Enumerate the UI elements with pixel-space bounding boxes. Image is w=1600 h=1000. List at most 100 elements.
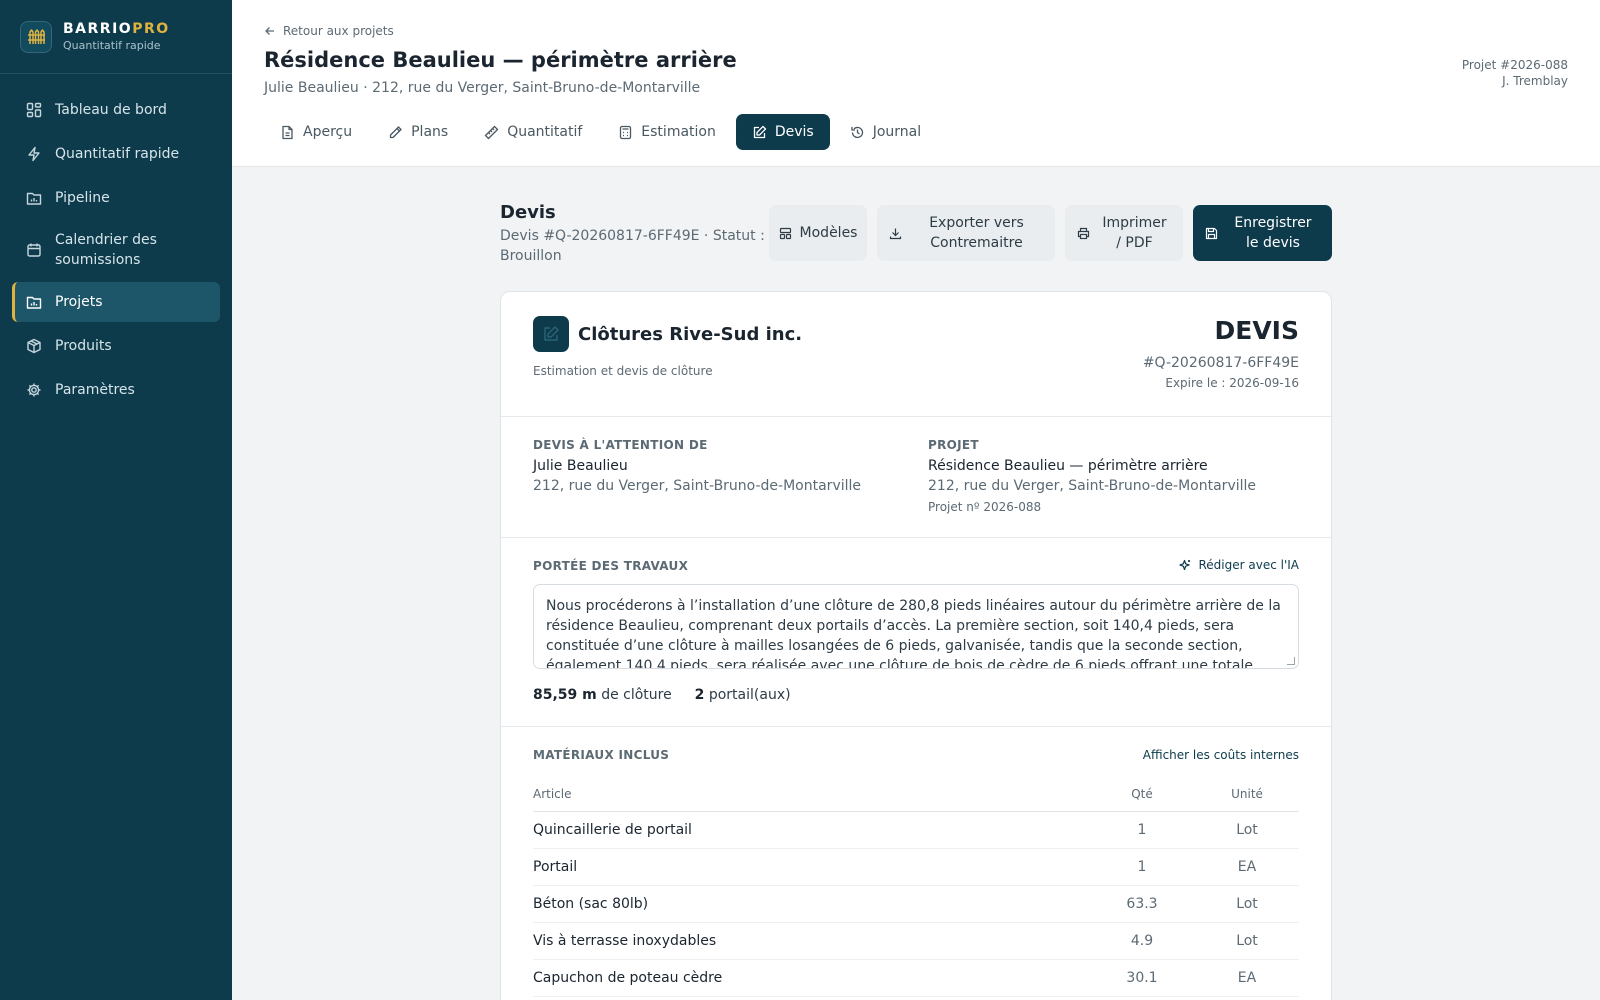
save-icon — [1205, 227, 1218, 239]
sidebar-item-label: Produits — [55, 338, 112, 354]
tab-label: Plans — [411, 124, 449, 140]
tab-takeoff[interactable]: Quantitatif — [468, 114, 598, 150]
cell-article: Quincaillerie de portail — [533, 811, 1089, 849]
brand[interactable]: BARRIOPRO Quantitatif rapide — [0, 0, 232, 74]
cell-unit: Lot — [1195, 922, 1299, 960]
pencil-icon — [389, 125, 402, 138]
client-project-section: DEVIS À L'ATTENTION DE Julie Beaulieu 21… — [501, 417, 1331, 538]
sidebar-item-label: Paramètres — [55, 382, 135, 398]
table-row: Vis à terrasse inoxydables 4.9 Lot — [533, 922, 1299, 960]
brand-subtitle: Quantitatif rapide — [63, 39, 161, 52]
resize-handle[interactable] — [1287, 657, 1295, 665]
print-button[interactable]: Imprimer / PDF — [1065, 205, 1183, 261]
cell-qty: 4.9 — [1089, 922, 1195, 960]
download-icon — [889, 228, 902, 239]
project-header: Retour aux projets Résidence Beaulieu — … — [232, 0, 1600, 167]
show-internal-costs-toggle[interactable]: Afficher les coûts internes — [1143, 748, 1299, 762]
cell-unit: Lot — [1195, 811, 1299, 849]
tab-estimate[interactable]: Estimation — [602, 114, 732, 150]
sidebar-item-dashboard[interactable]: Tableau de bord — [12, 90, 220, 130]
table-row: Capuchon de poteau cèdre 30.1 EA — [533, 959, 1299, 997]
tab-plans[interactable]: Plans — [372, 114, 464, 150]
sidebar-item-label: Calendrier des soumissions — [55, 232, 157, 268]
quote-content: Devis Devis #Q-20260817-6FF49E · Statut … — [500, 200, 1332, 1000]
sidebar: BARRIOPRO Quantitatif rapide Tableau de … — [0, 0, 232, 1000]
column-article: Article — [533, 777, 1089, 812]
brand-name: BARRIOPRO — [63, 21, 170, 37]
save-quote-button[interactable]: Enregistrer le devis — [1193, 205, 1332, 261]
client-name: Julie Beaulieu — [533, 458, 628, 474]
table-row: Quincaillerie de portail 1 Lot — [533, 811, 1299, 849]
company-tagline: Estimation et devis de clôture — [533, 364, 713, 378]
cell-qty: 30.1 — [1089, 959, 1195, 997]
scope-textarea[interactable]: Nous procéderons à l’installation d’une … — [533, 584, 1299, 669]
quote-number: #Q-20260817-6FF49E — [1142, 355, 1299, 371]
sidebar-item-settings[interactable]: Paramètres — [12, 370, 220, 410]
project-block: PROJET Résidence Beaulieu — périmètre ar… — [928, 438, 1256, 514]
sidebar-item-label: Projets — [55, 294, 103, 310]
edit-icon — [753, 125, 767, 138]
cell-article: Capuchon de poteau cèdre — [533, 959, 1089, 997]
templates-button[interactable]: Modèles — [769, 205, 867, 261]
project-number: Projet nº 2026-088 — [928, 500, 1042, 514]
document-type: DEVIS — [1214, 316, 1300, 345]
printer-icon — [1077, 227, 1090, 239]
sidebar-item-products[interactable]: Produits — [12, 326, 220, 366]
history-icon — [851, 126, 863, 138]
company-name: Clôtures Rive-Sud inc. — [578, 324, 803, 345]
cell-unit: Lot — [1195, 885, 1299, 923]
quote-toolbar: Devis Devis #Q-20260817-6FF49E · Statut … — [500, 200, 1332, 268]
export-button[interactable]: Exporter vers Contremaitre — [877, 205, 1055, 261]
quote-section-title: Devis — [500, 202, 556, 223]
table-row: Béton (sac 80lb) 63.3 Lot — [533, 885, 1299, 923]
tab-journal[interactable]: Journal — [834, 114, 937, 150]
materials-table: Article Qté Unité Quincaillerie de porta… — [533, 777, 1299, 997]
back-to-projects-link[interactable]: Retour aux projets — [264, 24, 394, 38]
project-owner: J. Tremblay — [1502, 74, 1568, 88]
materials-label: MATÉRIAUX INCLUS — [533, 748, 670, 762]
cell-unit: EA — [1195, 848, 1299, 886]
fence-logo-icon — [20, 20, 52, 53]
tab-label: Journal — [872, 124, 922, 140]
cell-qty: 1 — [1089, 811, 1195, 849]
project-tabs: Aperçu Plans Quantitatif Estimation Devi… — [264, 114, 941, 150]
ai-write-button[interactable]: Rédiger avec l'IA — [1178, 558, 1299, 572]
quote-document: Clôtures Rive-Sud inc. Estimation et dev… — [500, 291, 1332, 1000]
tab-label: Devis — [774, 124, 814, 140]
client-address: 212, rue du Verger, Saint-Bruno-de-Monta… — [533, 478, 862, 494]
cell-article: Vis à terrasse inoxydables — [533, 922, 1089, 960]
back-link-label: Retour aux projets — [283, 24, 394, 38]
sidebar-item-pipeline[interactable]: Pipeline — [12, 178, 220, 218]
project-name: Résidence Beaulieu — périmètre arrière — [928, 458, 1208, 474]
tab-overview[interactable]: Aperçu — [264, 114, 368, 150]
cell-unit: EA — [1195, 959, 1299, 997]
project-number: Projet #2026-088 — [1461, 58, 1568, 72]
sidebar-item-quick-takeoff[interactable]: Quantitatif rapide — [12, 134, 220, 174]
scope-label: PORTÉE DES TRAVAUX — [533, 559, 689, 573]
sidebar-item-label: Pipeline — [55, 190, 110, 206]
attention-label: DEVIS À L'ATTENTION DE — [533, 438, 708, 452]
fence-length-label: de clôture — [601, 687, 672, 703]
calculator-icon — [620, 125, 632, 139]
company-section: Clôtures Rive-Sud inc. Estimation et dev… — [501, 292, 1331, 417]
tab-quote[interactable]: Devis — [735, 114, 830, 150]
edit-icon — [544, 326, 559, 341]
table-row: Portail 1 EA — [533, 848, 1299, 886]
print-label: Imprimer / PDF — [1102, 215, 1167, 251]
layout-icon — [779, 227, 791, 239]
cell-article: Portail — [533, 848, 1089, 886]
cell-article: Béton (sac 80lb) — [533, 885, 1089, 923]
sidebar-item-calendar[interactable]: Calendrier des soumissions — [12, 222, 220, 278]
cell-qty: 1 — [1089, 848, 1195, 886]
attention-block: DEVIS À L'ATTENTION DE Julie Beaulieu 21… — [533, 438, 861, 494]
dashboard-icon — [26, 102, 42, 118]
project-address: 212, rue du Verger, Saint-Bruno-de-Monta… — [928, 478, 1257, 494]
arrow-left-icon — [265, 27, 274, 35]
sidebar-item-projects[interactable]: Projets — [12, 282, 220, 322]
page-subtitle: Julie Beaulieu · 212, rue du Verger, Sai… — [264, 80, 701, 96]
column-qty: Qté — [1089, 777, 1195, 812]
gate-count-value: 2 — [694, 687, 705, 703]
templates-label: Modèles — [799, 225, 858, 241]
ai-write-label: Rédiger avec l'IA — [1198, 558, 1299, 572]
calendar-icon — [27, 243, 41, 257]
